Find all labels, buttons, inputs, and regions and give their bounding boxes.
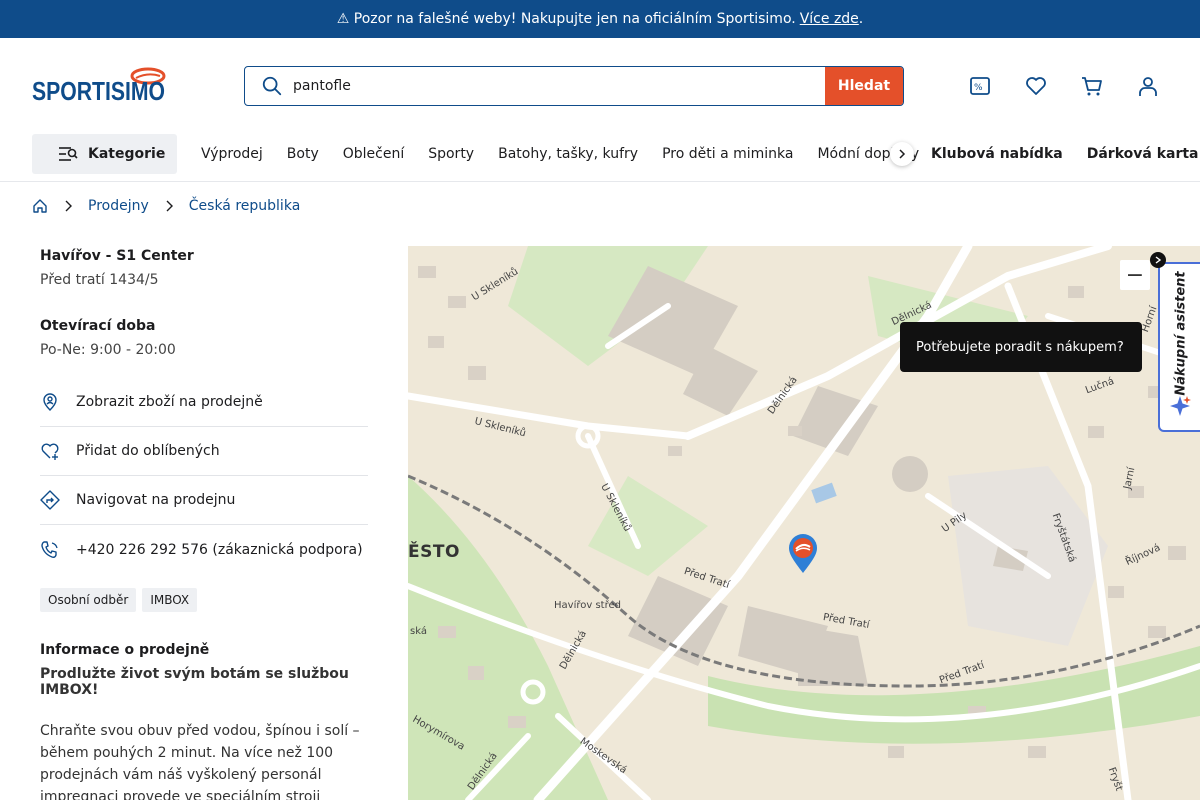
assistant-tooltip: Potřebujete poradit s nákupem?: [900, 322, 1142, 372]
zoom-out-button[interactable]: −: [1120, 260, 1150, 290]
nav-item-klubova[interactable]: Klubová nabídka: [931, 146, 1063, 162]
action-label: Zobrazit zboží na prodejně: [76, 394, 263, 410]
nav-right-items: Klubová nabídka Dárková karta: [931, 134, 1200, 174]
phone-action[interactable]: +420 226 292 576 (zákaznická podpora): [40, 525, 368, 574]
store-tags: Osobní odběr IMBOX: [40, 588, 368, 612]
shopping-assistant-tab[interactable]: Nákupní asistent: [1158, 262, 1200, 432]
sparkle-icon: [1170, 396, 1191, 416]
nav-scroll-right-button[interactable]: [890, 142, 914, 166]
nav-item-darkova[interactable]: Dárková karta: [1087, 146, 1199, 162]
svg-text:%: %: [974, 83, 983, 93]
chevron-right-icon: [899, 149, 906, 159]
chevron-right-icon: [65, 200, 72, 212]
header-icons: %: [968, 74, 1160, 98]
breadcrumb: Prodejny Česká republika: [32, 196, 314, 216]
warning-banner: ⚠ Pozor na falešné weby! Nakupujte jen n…: [0, 0, 1200, 38]
store-address: Před tratí 1434/5: [40, 272, 159, 288]
store-map[interactable]: ĚSTO U Skleníků Dělnická U Skleníků U Sk…: [408, 246, 1200, 800]
store-actions: Zobrazit zboží na prodejně Přidat do obl…: [40, 378, 368, 574]
action-label: Přidat do oblíbených: [76, 443, 220, 459]
hours-title: Otevírací doba: [40, 318, 156, 334]
breadcrumb-cr[interactable]: Česká republika: [189, 198, 301, 214]
phone-icon: [41, 540, 58, 558]
nav-item-vyprodej[interactable]: Výprodej: [201, 146, 263, 162]
add-favorite-action[interactable]: Přidat do oblíbených: [40, 427, 368, 476]
street-label: Havířov střed: [554, 600, 621, 611]
sportisimo-logo[interactable]: SPORTISIMO: [32, 66, 166, 106]
nav-item-deti[interactable]: Pro děti a miminka: [662, 146, 793, 162]
nav-item-batohy[interactable]: Batohy, tašky, kufry: [498, 146, 638, 162]
banner-end: .: [858, 11, 864, 27]
tooltip-close-button[interactable]: [1150, 252, 1166, 268]
nav-items: Výprodej Boty Oblečení Sporty Batohy, ta…: [201, 134, 943, 174]
search-button[interactable]: Hledat: [825, 67, 903, 105]
action-label: +420 226 292 576 (zákaznická podpora): [76, 541, 363, 558]
nav-item-boty[interactable]: Boty: [287, 146, 319, 162]
user-icon[interactable]: [1136, 74, 1160, 98]
action-label: Navigovat na prodejnu: [76, 492, 236, 508]
heart-plus-icon: [41, 443, 59, 460]
search-bar: Hledat: [244, 66, 904, 106]
menu-search-icon: [59, 147, 78, 161]
store-info-panel: Havířov - S1 Center Před tratí 1434/5 Ot…: [40, 248, 368, 800]
compare-icon[interactable]: %: [968, 74, 992, 98]
info-text: Chraňte svou obuv před vodou, špínou i s…: [40, 723, 360, 800]
tooltip-text: Potřebujete poradit s nákupem?: [916, 339, 1124, 355]
kategorie-button[interactable]: Kategorie: [32, 134, 177, 174]
cart-icon[interactable]: [1080, 74, 1104, 98]
show-goods-action[interactable]: Zobrazit zboží na prodejně: [40, 378, 368, 427]
street-label: ská: [410, 626, 427, 637]
directions-icon: [40, 490, 60, 510]
main-nav: Kategorie Výprodej Boty Oblečení Sporty …: [0, 134, 1200, 182]
navigate-action[interactable]: Navigovat na prodejnu: [40, 476, 368, 525]
tag-osobni-odber: Osobní odběr: [40, 588, 137, 612]
assistant-label: Nákupní asistent: [1173, 270, 1189, 396]
home-icon[interactable]: [32, 198, 48, 214]
kategorie-label: Kategorie: [88, 146, 166, 162]
assistant-label-wrap: Nákupní asistent: [1166, 271, 1196, 395]
search-icon: [262, 76, 282, 96]
header: SPORTISIMO Hledat %: [0, 38, 1200, 134]
info-subtitle: Prodlužte život svým botám se službou IM…: [40, 666, 349, 698]
nav-item-obleceni[interactable]: Oblečení: [343, 146, 404, 162]
store-pin-icon[interactable]: [788, 534, 818, 574]
breadcrumb-prodejny[interactable]: Prodejny: [88, 198, 149, 214]
search-input[interactable]: [293, 67, 825, 105]
store-name: Havířov - S1 Center: [40, 248, 194, 264]
info-title: Informace o prodejně: [40, 642, 210, 658]
location-person-icon: [43, 393, 57, 411]
banner-text: ⚠ Pozor na falešné weby! Nakupujte jen n…: [336, 11, 796, 27]
banner-link[interactable]: Více zde: [800, 11, 859, 27]
city-label: ĚSTO: [408, 542, 460, 562]
chevron-right-icon: [166, 200, 173, 212]
nav-item-sporty[interactable]: Sporty: [428, 146, 474, 162]
chevron-right-icon: [1155, 256, 1162, 264]
logo-text: SPORTISIMO: [32, 76, 165, 104]
tag-imbox: IMBOX: [142, 588, 198, 612]
hours-value: Po-Ne: 9:00 - 20:00: [40, 342, 176, 358]
heart-icon[interactable]: [1024, 74, 1048, 98]
